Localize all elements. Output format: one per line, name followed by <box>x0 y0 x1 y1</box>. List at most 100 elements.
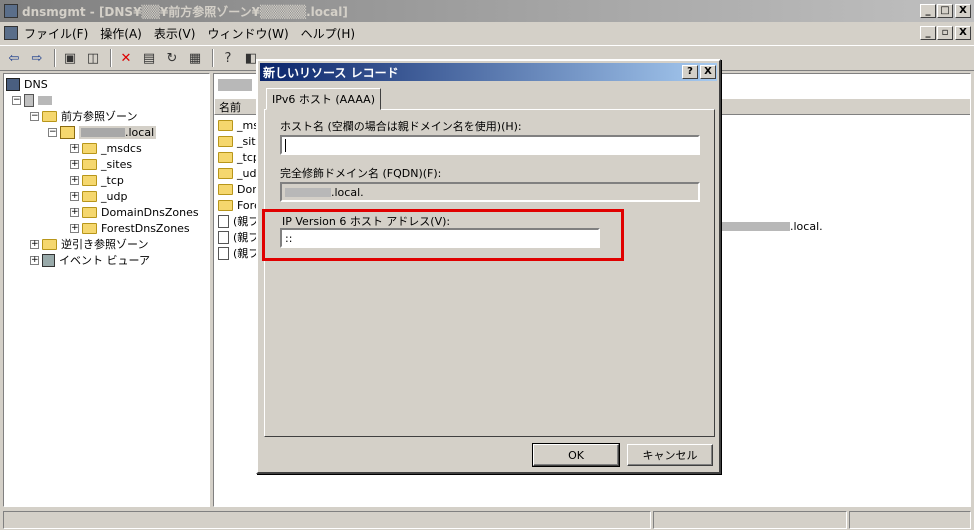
menu-help[interactable]: ヘルプ(H) <box>301 25 355 42</box>
tree-node-sites[interactable]: + _sites <box>70 156 132 172</box>
tab-ipv6-host[interactable]: IPv6 ホスト (AAAA) <box>266 88 381 110</box>
tree-label: _sites <box>101 157 133 171</box>
child-close-button[interactable]: X <box>955 26 971 40</box>
tree-node-zone[interactable]: − .local <box>48 124 157 140</box>
expand-icon[interactable]: + <box>70 207 79 217</box>
menu-view[interactable]: 表示(V) <box>154 25 196 42</box>
selected-zone-label: .local <box>79 125 157 139</box>
folder-icon <box>218 183 233 195</box>
close-button[interactable]: X <box>955 4 971 18</box>
folder-icon <box>218 119 233 131</box>
list-item[interactable]: (親フ <box>218 213 259 229</box>
properties-icon[interactable]: ▤ <box>139 49 159 67</box>
folder-icon <box>218 167 233 179</box>
dns-icon <box>6 77 20 91</box>
tree-label: _msdcs <box>101 141 142 155</box>
child-minimize-button[interactable]: _ <box>920 26 936 40</box>
tree-pane[interactable]: DNS − − 前方参照ゾーン − .local + _msdcs + _sit… <box>3 73 210 507</box>
expand-icon[interactable]: + <box>70 191 79 201</box>
host-name-input[interactable] <box>280 135 700 155</box>
maximize-button[interactable]: □ <box>937 4 953 18</box>
redacted-server-name <box>38 95 52 105</box>
tree-node-reverse-zones[interactable]: + 逆引き参照ゾーン <box>30 236 148 252</box>
zone-suffix: .local <box>125 125 155 139</box>
status-panel <box>653 511 847 529</box>
redacted-domain <box>285 187 331 197</box>
zone-icon <box>60 125 75 139</box>
toolbar-separator <box>110 49 112 67</box>
redacted-zone-name <box>81 127 125 137</box>
export-icon[interactable]: ▦ <box>185 49 205 67</box>
tree-label: DomainDnsZones <box>101 205 199 219</box>
tree-label: _tcp <box>101 173 124 187</box>
expand-icon[interactable]: + <box>70 143 79 153</box>
folder-icon <box>82 206 97 218</box>
delete-icon[interactable]: ✕ <box>116 49 136 67</box>
event-viewer-icon <box>42 253 55 267</box>
dialog-help-button[interactable]: ? <box>682 65 698 79</box>
child-restore-button[interactable]: ▫ <box>937 26 953 40</box>
list-item[interactable]: (親フ <box>218 229 259 245</box>
tree-node-server[interactable]: − <box>12 92 52 108</box>
tree-label: イベント ビューア <box>59 254 151 267</box>
collapse-icon[interactable]: − <box>30 111 39 121</box>
expand-icon[interactable]: + <box>70 175 79 185</box>
dialog-title-bar: 新しいリソース レコード <box>260 63 717 81</box>
tree-node-dns[interactable]: DNS <box>6 76 48 92</box>
toolbar-separator <box>54 49 56 67</box>
menu-window[interactable]: ウィンドウ(W) <box>207 25 288 42</box>
list-item[interactable]: (親フ <box>218 245 259 261</box>
show-tree-icon[interactable]: ◫ <box>83 49 103 67</box>
host-name-label: ホスト名 (空欄の場合は親ドメイン名を使用)(H): <box>280 120 522 133</box>
console-icon <box>4 26 18 40</box>
help-icon[interactable]: ? <box>218 49 238 67</box>
tree-node-msdcs[interactable]: + _msdcs <box>70 140 142 156</box>
forward-arrow-icon[interactable]: ⇨ <box>27 49 47 67</box>
expand-icon[interactable]: + <box>70 159 79 169</box>
expand-icon[interactable]: + <box>70 223 79 233</box>
tree-label: 前方参照ゾーン <box>61 110 138 123</box>
column-header-name[interactable]: 名前 <box>219 99 241 115</box>
cancel-button[interactable]: キャンセル <box>627 444 713 466</box>
folder-icon <box>82 158 97 170</box>
record-icon <box>218 230 229 244</box>
tree-node-udp[interactable]: + _udp <box>70 188 127 204</box>
menu-file[interactable]: ファイル(F) <box>24 25 88 42</box>
status-panel <box>3 511 651 529</box>
collapse-icon[interactable]: − <box>12 95 21 105</box>
folder-icon <box>82 222 97 234</box>
list-item[interactable]: _ms <box>218 117 259 133</box>
expand-icon[interactable]: + <box>30 255 39 265</box>
tab-panel <box>264 109 715 437</box>
collapse-icon[interactable]: − <box>48 127 57 137</box>
tree-node-domaindnszones[interactable]: + DomainDnsZones <box>70 204 199 220</box>
menu-action[interactable]: 操作(A) <box>100 25 142 42</box>
redacted-data <box>722 221 790 231</box>
minimize-button[interactable]: _ <box>920 4 936 18</box>
tree-node-event-viewer[interactable]: + イベント ビューア <box>30 252 150 268</box>
refresh-icon[interactable]: ↻ <box>162 49 182 67</box>
folder-icon <box>82 190 97 202</box>
fqdn-field: .local. <box>280 182 700 202</box>
list-item[interactable]: _tcp <box>218 149 260 165</box>
status-panel <box>849 511 971 529</box>
expand-icon[interactable]: + <box>30 239 39 249</box>
ok-button[interactable]: OK <box>532 443 620 467</box>
dialog-close-button[interactable]: X <box>700 65 716 79</box>
tree-label: 逆引き参照ゾーン <box>61 238 149 251</box>
tree-node-tcp[interactable]: + _tcp <box>70 172 124 188</box>
tree-label: ForestDnsZones <box>101 221 190 235</box>
status-bar <box>0 510 974 530</box>
up-folder-icon[interactable]: ▣ <box>60 49 80 67</box>
folder-icon <box>218 151 233 163</box>
folder-icon <box>82 142 97 154</box>
back-arrow-icon[interactable]: ⇦ <box>4 49 24 67</box>
list-item[interactable]: Fore <box>218 197 261 213</box>
folder-icon <box>42 110 57 122</box>
tree-node-forestdnszones[interactable]: + ForestDnsZones <box>70 220 190 236</box>
new-resource-record-dialog: 新しいリソース レコード ? X IPv6 ホスト (AAAA) ホスト名 (空… <box>256 59 721 474</box>
text-cursor <box>285 138 286 152</box>
server-icon <box>24 93 34 107</box>
tree-node-forward-zones[interactable]: − 前方参照ゾーン <box>30 108 137 124</box>
window-title-bar: dnsmgmt - [DNS¥▒▒¥前方参照ゾーン¥▒▒▒▒▒.local] <box>0 0 974 22</box>
